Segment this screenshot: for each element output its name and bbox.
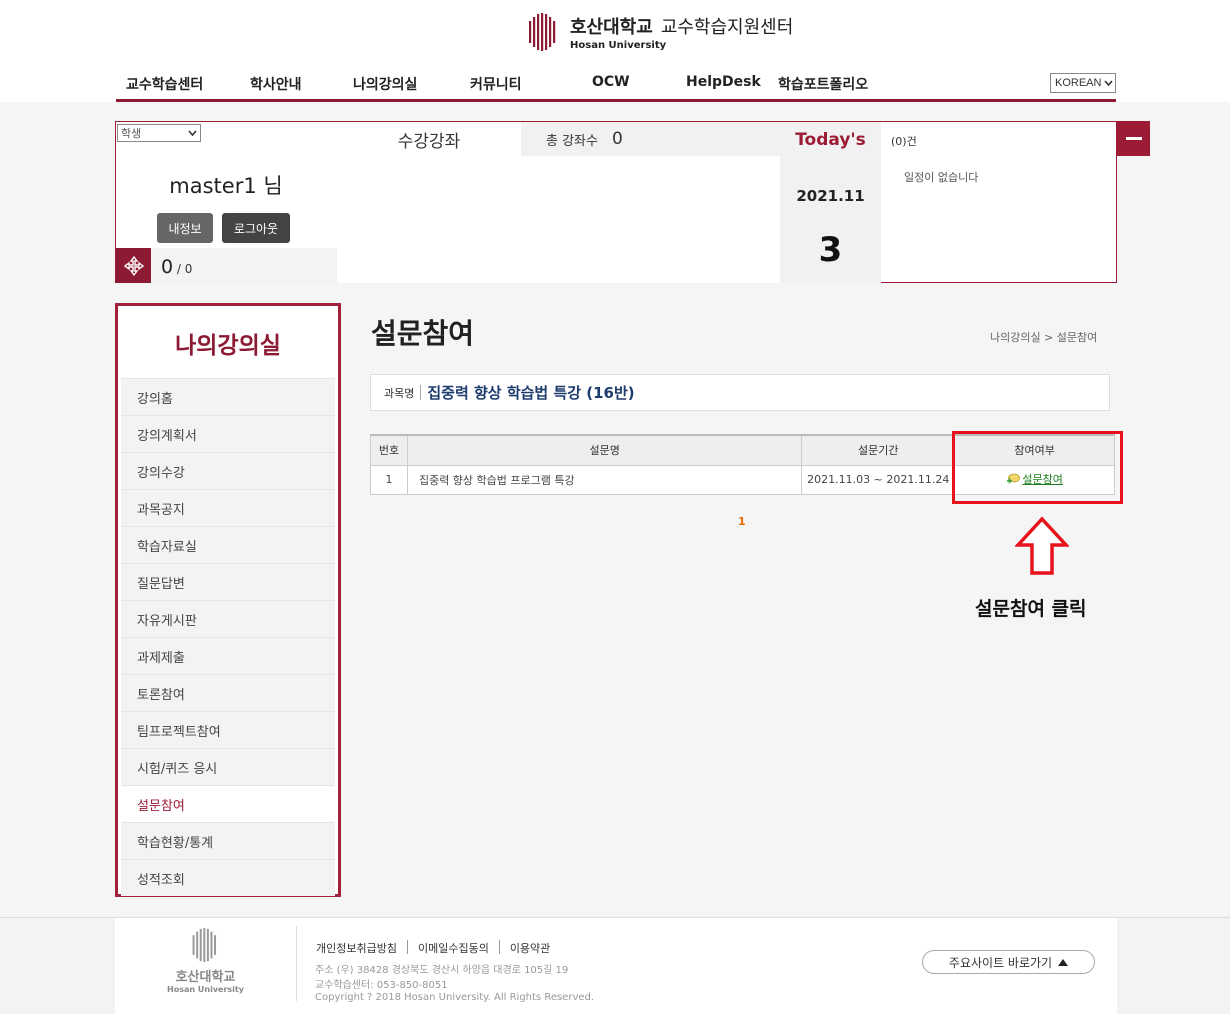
point-icon-box xyxy=(116,248,151,283)
schedule-count: (0)건 xyxy=(891,135,917,148)
sidebar-item-survey[interactable]: 설문참여 xyxy=(121,785,335,822)
sidebar-item-lecture-home[interactable]: 강의홈 xyxy=(121,378,335,415)
sidebar-item-exam-quiz[interactable]: 시험/퀴즈 응시 xyxy=(121,748,335,785)
nav-item-community[interactable]: 커뮤니티 xyxy=(470,74,522,94)
today-year-month: 2021.11 xyxy=(796,187,865,205)
footer-links: 개인정보취급방침 이메일수집동의 이용약관 xyxy=(316,940,550,956)
role-select[interactable]: 학생 xyxy=(117,124,201,142)
footer: 호산대학교 Hosan University 개인정보취급방침 이메일수집동의 … xyxy=(0,917,1230,1014)
chevron-down-icon xyxy=(188,130,197,136)
logout-button[interactable]: 로그아웃 xyxy=(222,213,290,243)
main-sites-button[interactable]: 주요사이트 바로가기 xyxy=(922,950,1095,974)
sidebar-item-syllabus[interactable]: 강의계획서 xyxy=(121,415,335,452)
university-logo-icon xyxy=(529,13,556,51)
today-day: 3 xyxy=(818,230,843,270)
minus-icon xyxy=(1125,137,1142,140)
sidebar-item-materials[interactable]: 학습자료실 xyxy=(121,526,335,563)
logo-english-name: Hosan University xyxy=(570,40,667,51)
breadcrumb: 나의강의실 > 설문참여 xyxy=(990,331,1098,344)
collapse-dashboard-button[interactable] xyxy=(1117,121,1150,156)
footer-link-divider xyxy=(498,940,500,954)
logo[interactable]: 호산대학교 교수학습지원센터 Hosan University xyxy=(528,12,793,52)
nav-item-portfolio[interactable]: 학습포트폴리오 xyxy=(778,74,868,94)
point-value: 0 / 0 xyxy=(161,256,192,278)
nav-item-helpdesk[interactable]: HelpDesk xyxy=(686,74,761,90)
university-logo-icon xyxy=(192,928,216,962)
terms-link[interactable]: 이용약관 xyxy=(510,940,550,956)
course-count: 총 강좌수 0 xyxy=(521,122,780,156)
footer-link-divider xyxy=(406,940,408,954)
highlight-box xyxy=(952,431,1123,504)
course-info-box: 과목명 집중력 향상 학습법 특강 (16반) xyxy=(370,374,1110,411)
instruction-text: 설문참여 클릭 xyxy=(975,598,1087,620)
course-divider xyxy=(420,385,422,400)
sidebar-item-qna[interactable]: 질문답변 xyxy=(121,563,335,600)
footer-logo-name: 호산대학교 xyxy=(175,970,236,985)
sidebar-item-lecture-attend[interactable]: 강의수강 xyxy=(121,452,335,489)
role-select-value: 학생 xyxy=(121,127,142,140)
nav-item-academic-info[interactable]: 학사안내 xyxy=(250,74,302,94)
course-label: 과목명 xyxy=(384,386,415,400)
pagination-page-1[interactable]: 1 xyxy=(738,515,746,528)
arrow-up-icon xyxy=(1015,516,1069,575)
sidebar-item-assignment[interactable]: 과제제출 xyxy=(121,637,335,674)
survey-period: 2021.11.03 ~ 2021.11.24 xyxy=(801,465,955,495)
sidebar-item-learning-stats[interactable]: 학습현황/통계 xyxy=(121,822,335,859)
header: 호산대학교 교수학습지원센터 Hosan University 교수학습센터 학… xyxy=(0,0,1230,102)
main-nav: 교수학습센터 학사안내 나의강의실 커뮤니티 OCW HelpDesk 학습포트… xyxy=(116,70,1116,102)
today-panel: Today's 2021.11 3 xyxy=(780,122,881,283)
course-heading: 수강강좌 xyxy=(337,122,521,156)
schedule-empty-message: 일정이 없습니다 xyxy=(904,171,979,184)
triangle-up-icon xyxy=(1058,958,1069,966)
sidebar: 나의강의실 강의홈 강의계획서 강의수강 과목공지 학습자료실 질문답변 자유게… xyxy=(115,303,341,897)
footer-copyright: Copyright ? 2018 Hosan University. All R… xyxy=(315,992,595,1003)
row-number: 1 xyxy=(370,465,408,495)
footer-inner: 호산대학교 Hosan University 개인정보취급방침 이메일수집동의 … xyxy=(115,918,1117,1014)
nav-item-teaching-center[interactable]: 교수학습센터 xyxy=(126,74,203,94)
dashboard-panel: 학생 master1 님 내정보 로그아웃 0 / 0 수강강좌 총 강좌수 0… xyxy=(115,121,1117,283)
sidebar-title: 나의강의실 xyxy=(175,333,281,359)
today-label: Today's xyxy=(795,130,866,150)
survey-title[interactable]: 집중력 향상 학습법 프로그램 특강 xyxy=(406,465,802,495)
sidebar-item-course-notice[interactable]: 과목공지 xyxy=(121,489,335,526)
point-total: / 0 xyxy=(173,262,193,276)
email-consent-link[interactable]: 이메일수집동의 xyxy=(418,940,489,956)
logo-center-name: 교수학습지원센터 xyxy=(660,17,794,38)
chevron-down-icon xyxy=(1104,80,1113,86)
footer-address: 주소 (우) 38428 경상북도 경산시 하양읍 대경로 105길 19 xyxy=(315,965,569,976)
footer-divider xyxy=(296,926,297,1001)
language-select[interactable]: KOREAN xyxy=(1050,73,1116,93)
main-sites-label: 주요사이트 바로가기 xyxy=(948,955,1053,970)
user-greeting: master1 님 xyxy=(116,170,336,200)
sidebar-item-grades[interactable]: 성적조회 xyxy=(121,859,335,896)
privacy-policy-link[interactable]: 개인정보취급방침 xyxy=(316,940,397,956)
course-count-label: 총 강좌수 xyxy=(546,133,598,149)
footer-phone: 교수학습센터: 053-850-8051 xyxy=(315,980,448,991)
user-honorific: 님 xyxy=(263,174,283,198)
page-title: 설문참여 xyxy=(371,317,475,350)
point-current: 0 xyxy=(161,256,174,278)
column-header-title: 설문명 xyxy=(406,434,802,466)
footer-logo-english: Hosan University xyxy=(167,985,244,994)
column-header-no: 번호 xyxy=(370,434,408,466)
my-info-button[interactable]: 내정보 xyxy=(157,213,213,243)
sidebar-item-free-board[interactable]: 자유게시판 xyxy=(121,600,335,637)
nav-item-ocw[interactable]: OCW xyxy=(592,74,630,90)
footer-logo: 호산대학교 Hosan University xyxy=(115,928,296,994)
sidebar-menu: 강의홈 강의계획서 강의수강 과목공지 학습자료실 질문답변 자유게시판 과제제… xyxy=(121,378,335,896)
user-name: master1 xyxy=(169,174,257,198)
course-list xyxy=(337,156,780,283)
nav-item-my-classroom[interactable]: 나의강의실 xyxy=(353,74,417,94)
course-name: 집중력 향상 학습법 특강 (16반) xyxy=(427,384,635,402)
course-count-value: 0 xyxy=(611,129,623,149)
sidebar-item-discussion[interactable]: 토론참여 xyxy=(121,674,335,711)
logo-university-name: 호산대학교 xyxy=(570,17,653,38)
sidebar-item-team-project[interactable]: 팀프로젝트참여 xyxy=(121,711,335,748)
column-header-period: 설문기간 xyxy=(801,434,955,466)
language-select-value: KOREAN xyxy=(1055,77,1102,89)
point-bar: 0 / 0 xyxy=(116,248,337,283)
arrows-move-icon xyxy=(123,255,144,276)
